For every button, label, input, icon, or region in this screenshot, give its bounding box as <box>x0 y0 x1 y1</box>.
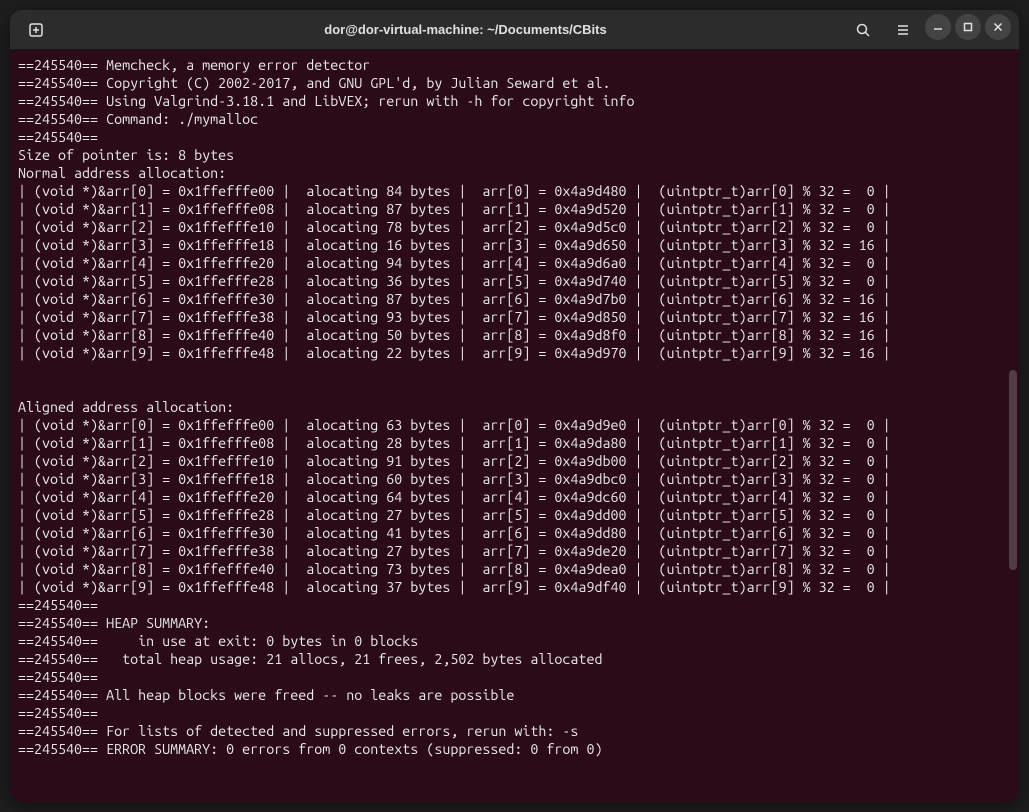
window-title: dor@dor-virtual-machine: ~/Documents/CBi… <box>86 22 845 37</box>
scrollbar[interactable] <box>1009 370 1017 570</box>
search-button[interactable] <box>847 14 879 46</box>
close-button[interactable] <box>985 14 1011 40</box>
terminal-output[interactable]: ==245540== Memcheck, a memory error dete… <box>10 50 1019 802</box>
terminal-window: dor@dor-virtual-machine: ~/Documents/CBi… <box>10 10 1019 802</box>
titlebar: dor@dor-virtual-machine: ~/Documents/CBi… <box>10 10 1019 50</box>
hamburger-menu-button[interactable] <box>887 14 919 46</box>
new-tab-button[interactable] <box>20 14 52 46</box>
maximize-button[interactable] <box>955 14 981 40</box>
minimize-button[interactable] <box>925 14 951 40</box>
